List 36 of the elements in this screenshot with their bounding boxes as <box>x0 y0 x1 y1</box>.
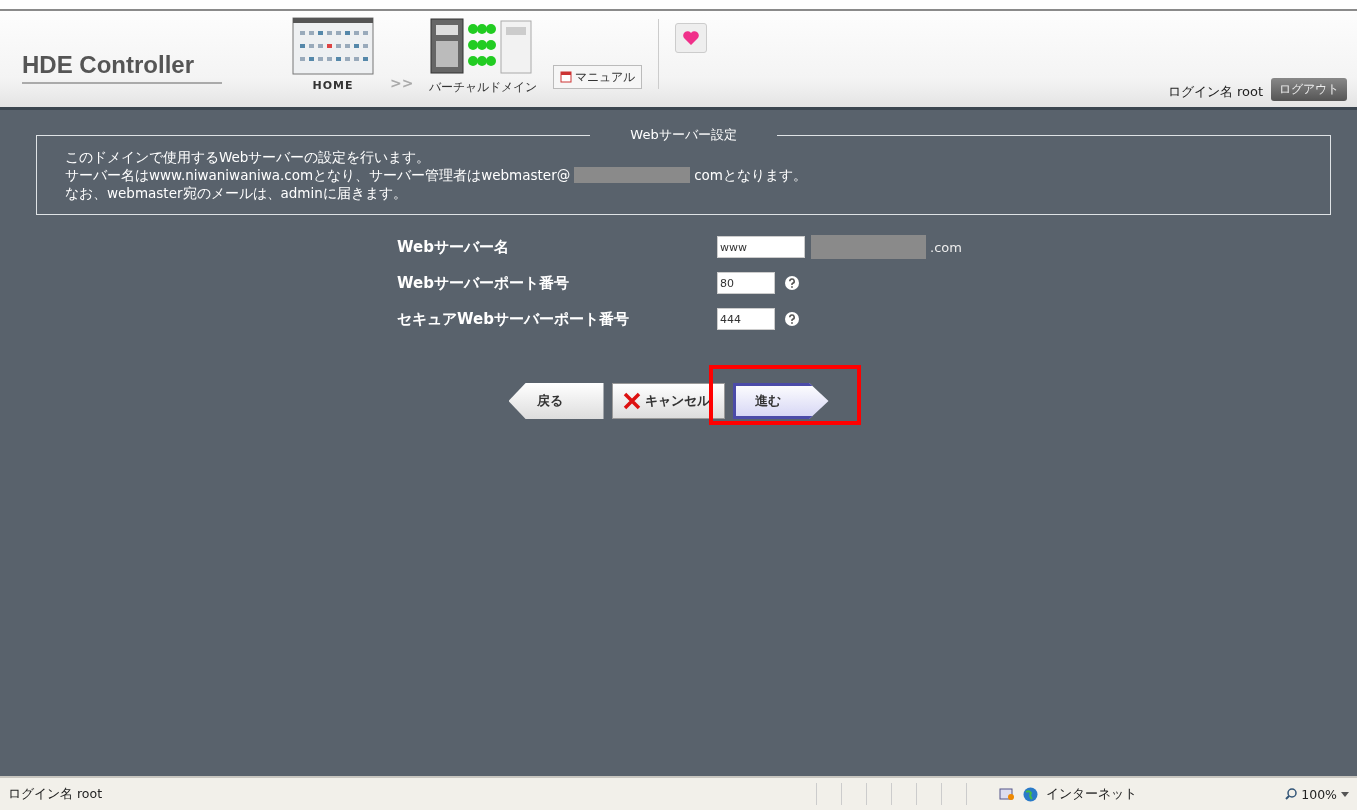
login-name: ログイン名 root <box>1167 83 1263 101</box>
nav-link[interactable]: バーチャルドメイン <box>429 79 538 96</box>
next-button[interactable]: 進む <box>732 383 829 419</box>
input-field[interactable]: 80 <box>717 272 775 294</box>
nav-link[interactable]: HOME <box>312 79 354 92</box>
security-icon <box>999 787 1015 801</box>
description-text: comとなります。 <box>694 166 808 184</box>
zoom-level[interactable]: 100% <box>1301 786 1337 802</box>
help-icon[interactable] <box>785 312 799 326</box>
field-label: セキュアWebサーバーポート番号 <box>397 309 630 329</box>
zoom-icon[interactable] <box>1285 788 1298 800</box>
breadcrumb-separator: >> <box>390 75 414 91</box>
field-label: Webサーバー名 <box>397 237 510 257</box>
help-icon[interactable] <box>785 276 799 290</box>
description-text: このドメインで使用するWebサーバーの設定を行います。 <box>65 148 431 166</box>
logo: HDE Controller <box>22 50 195 79</box>
heart-icon <box>682 30 701 46</box>
input-field[interactable]: www <box>717 236 805 258</box>
close-icon <box>622 392 641 410</box>
back-button[interactable]: 戻る <box>508 383 604 419</box>
book-icon <box>560 71 573 83</box>
manual-button[interactable]: マニュアル <box>553 65 643 89</box>
calendar-grid-icon[interactable] <box>292 17 374 75</box>
description-text: サーバー名はwww.niwaniwaniwa.comとなり、サーバー管理者はwebmaster@ <box>65 166 571 184</box>
zone-text: インターネット <box>1046 785 1138 803</box>
field-label: Webサーバーポート番号 <box>397 273 570 293</box>
logout-button[interactable]: ログアウト <box>1271 78 1347 101</box>
globe-icon <box>1023 786 1038 802</box>
description-text: なお、webmaster宛のメールは、adminに届きます。 <box>65 184 407 202</box>
favorite-button[interactable] <box>675 23 708 53</box>
cancel-button[interactable]: キャンセル <box>611 383 725 419</box>
section-title: Webサーバー設定 <box>629 126 738 144</box>
input-field[interactable]: 444 <box>717 308 775 330</box>
dropdown-caret-icon[interactable] <box>1341 791 1349 797</box>
domain-suffix: .com <box>930 239 962 255</box>
status-text: ログイン名 root <box>8 785 104 803</box>
